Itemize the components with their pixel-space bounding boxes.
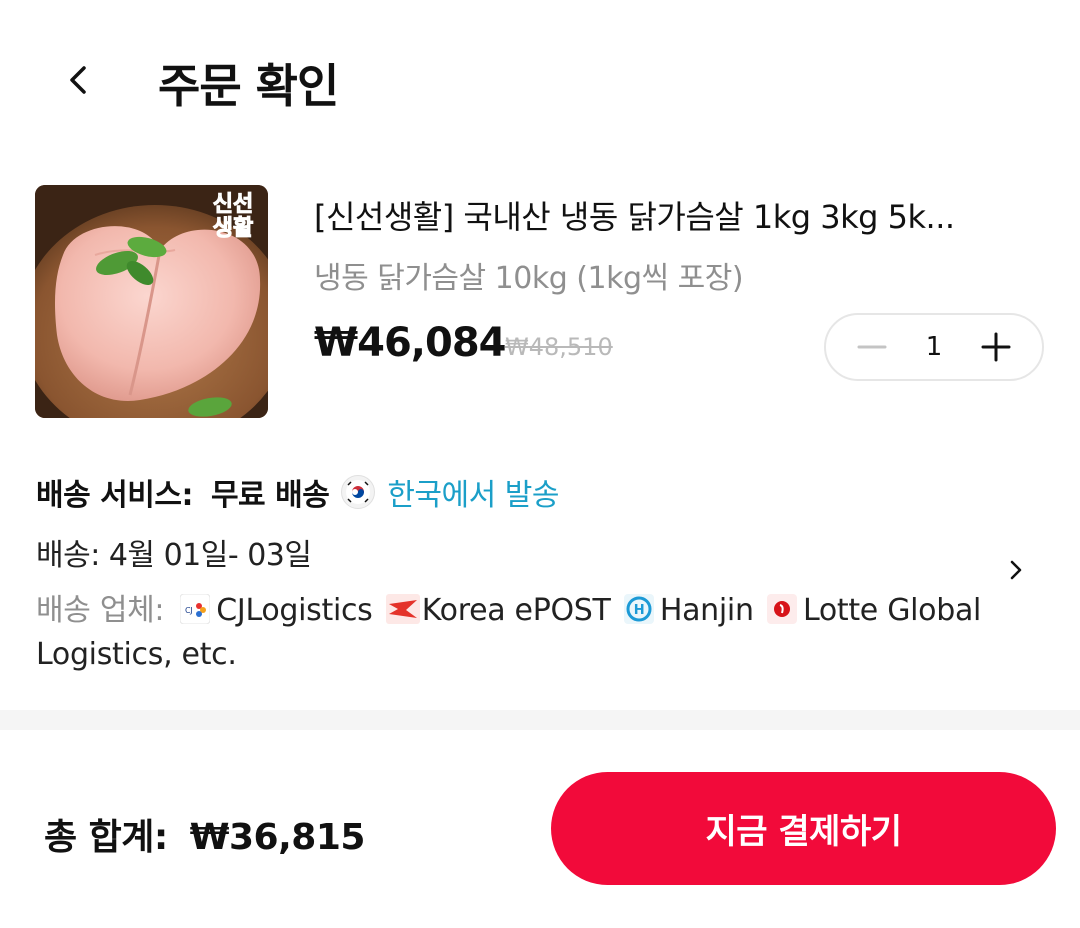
shipping-service-label: 배송 서비스: [36,478,193,513]
pay-now-button[interactable]: 지금 결제하기 [551,772,1056,885]
chevron-left-icon [70,66,86,94]
shipping-date: 배송: 4월 01일- 03일 [36,538,312,573]
minus-icon [857,345,887,349]
total-value: ₩36,815 [189,817,366,858]
badge-text-bottom: 생활 [213,216,253,241]
product-name[interactable]: [신선생활] 국내산 냉동 닭가슴살 1kg 3kg 5k... [314,192,1044,238]
total-label: 총 합계: [44,817,168,858]
order-total: 총 합계: ₩36,815 [44,808,365,860]
shipping-origin: 한국에서 발송 [387,478,559,513]
shipping-service: 배송 서비스: 무료 배송 한국에서 발송 [36,470,559,514]
svg-text:H: H [634,603,645,618]
product-original-price: ₩48,510 [505,333,613,361]
product-price: ₩46,084 [314,320,506,366]
order-confirm-page: 주문 확인 신선 생활 [신선생활] 국내산 냉동 닭가슴살 1kg 3kg 5… [0,0,1080,928]
product-image[interactable]: 신선 생활 [35,185,268,418]
carrier-name: CJLogistics [216,593,373,628]
carrier-name: Hanjin [659,593,754,628]
page-title: 주문 확인 [158,59,339,113]
chicken-breast-illustration: 신선 생활 [35,185,268,418]
korea-epost-logo-icon [385,593,420,624]
korea-flag-icon [341,475,376,509]
chevron-right-icon [1010,560,1022,580]
shipping-service-value: 무료 배송 [210,478,330,513]
shipping-details-button[interactable] [1004,556,1028,584]
svg-text:CJ: CJ [185,606,192,615]
carrier-name: Korea ePOST [421,593,611,628]
header: 주문 확인 [0,0,1080,160]
section-divider [0,710,1080,730]
plus-icon [981,332,1011,362]
increase-button[interactable] [976,327,1016,367]
cj-logistics-logo-icon: CJ [179,593,211,625]
decrease-button[interactable] [852,327,892,367]
carrier-label: 배송 업체: [36,593,165,628]
back-button[interactable] [56,52,100,108]
product-option: 냉동 닭가슴살 10kg (1kg씩 포장) [314,261,744,296]
shipping-carriers: 배송 업체: CJ CJLogistics Korea ePOST H Hanjin … [36,589,996,677]
lotte-logo-icon [766,593,797,624]
quantity-value: 1 [925,332,943,362]
hanjin-logo-icon: H [623,593,654,624]
quantity-stepper: 1 [824,313,1044,381]
badge-text-top: 신선 [213,192,253,217]
